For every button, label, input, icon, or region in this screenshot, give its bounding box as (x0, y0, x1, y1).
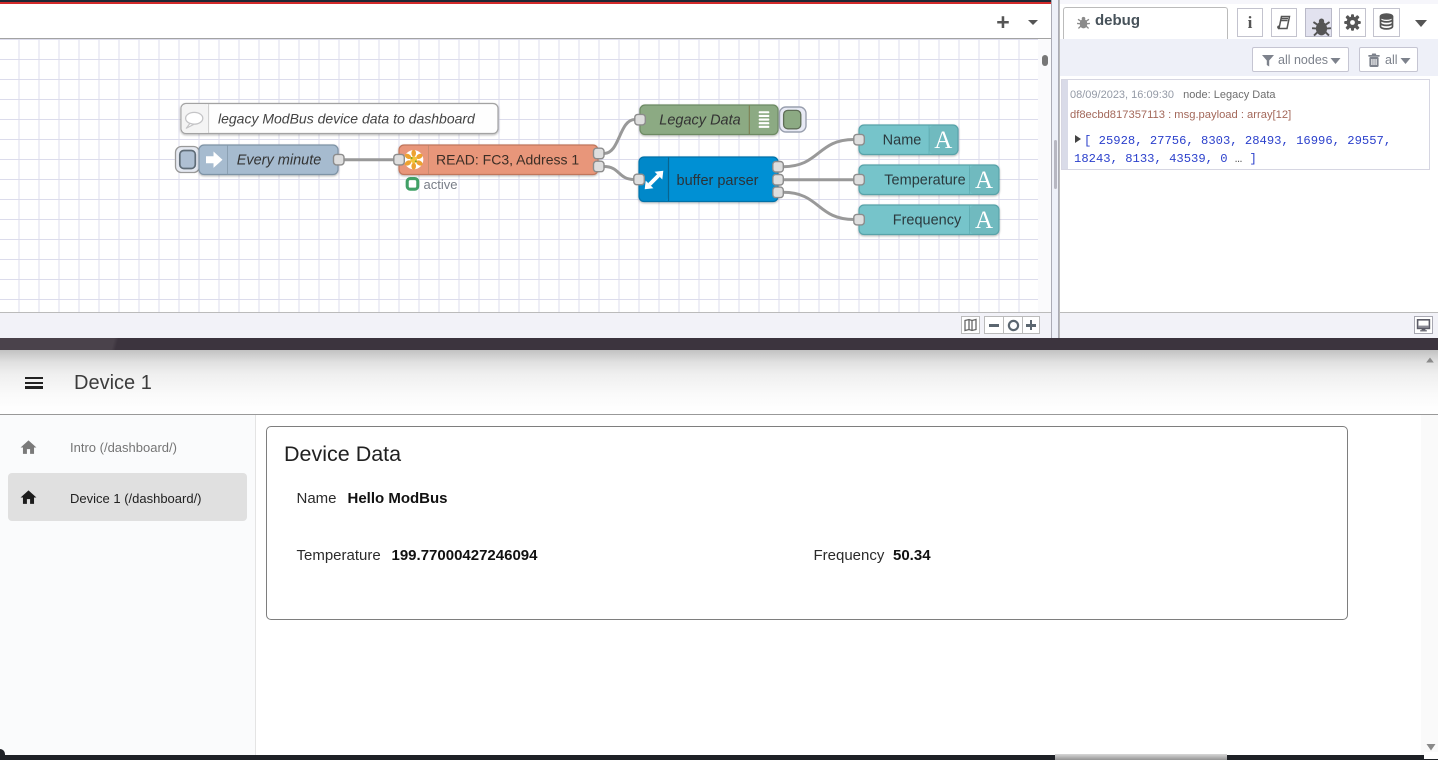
svg-text:Name: Name (883, 133, 922, 149)
svg-text:Temperature: Temperature (884, 173, 965, 189)
svg-text:A: A (934, 127, 952, 154)
svg-text:Every minute: Every minute (237, 153, 322, 169)
svg-text:buffer parser: buffer parser (677, 173, 759, 189)
svg-text:READ: FC3, Address 1: READ: FC3, Address 1 (436, 152, 579, 168)
svg-text:active: active (424, 177, 458, 192)
svg-text:legacy ModBus device data to d: legacy ModBus device data to dashboard (218, 110, 476, 126)
svg-text:Legacy Data: Legacy Data (659, 113, 740, 129)
svg-text:Frequency: Frequency (893, 213, 962, 229)
svg-text:A: A (975, 167, 993, 194)
svg-text:A: A (975, 207, 993, 234)
